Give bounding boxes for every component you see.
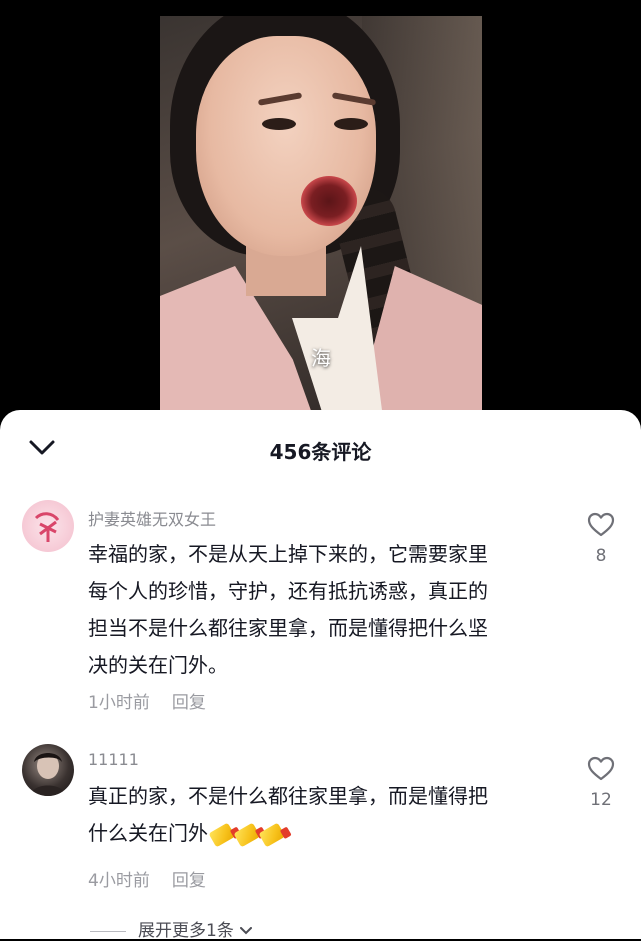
- comment-text-line: 决的关在门外。: [88, 653, 228, 677]
- expand-replies-button[interactable]: 展开更多1条: [90, 916, 252, 941]
- video-person-eye-left: [262, 118, 296, 130]
- chevron-down-icon: [239, 927, 252, 935]
- comment-text-line: 真正的家，不是什么都往家里拿，而是懂得把: [88, 784, 488, 808]
- comment-username[interactable]: 11111: [88, 750, 139, 769]
- comment-username[interactable]: 护妻英雄无双女王: [88, 506, 216, 530]
- gold-bar-emoji-icon: [208, 822, 236, 847]
- comment-meta: 1小时前 回复: [88, 688, 206, 713]
- comment-text-line: 什么关在门外: [88, 821, 208, 845]
- reply-button[interactable]: 回复: [172, 693, 206, 713]
- video-player[interactable]: 海: [160, 16, 482, 416]
- comment-meta: 4小时前 回复: [88, 866, 206, 891]
- heart-icon: [587, 512, 615, 537]
- like-button[interactable]: 8: [585, 512, 617, 566]
- video-person-brow-left: [257, 92, 303, 106]
- comment-text-line: 幸福的家，不是从天上掉下来的，它需要家里: [88, 542, 488, 566]
- video-subtitle: 海: [311, 346, 331, 370]
- divider: [90, 930, 126, 932]
- video-person-face: [196, 36, 377, 256]
- like-count: 12: [590, 790, 612, 810]
- comments-sheet: 456条评论 护妻英雄无双女王 幸福的家，不是从天上掉下来的，它需要家里 每个人…: [0, 410, 641, 941]
- comments-header: 456条评论: [0, 410, 641, 488]
- comment-text: 真正的家，不是什么都往家里拿，而是懂得把 什么关在门外: [88, 778, 558, 852]
- gold-bar-emoji-icon: [258, 822, 286, 847]
- reply-button[interactable]: 回复: [172, 871, 206, 891]
- gold-bar-emoji-icon: [233, 822, 261, 847]
- photo-avatar-icon: [30, 753, 66, 796]
- video-person-mouth: [301, 176, 357, 226]
- comment-text-line-with-emoji: 什么关在门外: [88, 815, 558, 852]
- heart-icon: [587, 756, 615, 781]
- comment-text-line: 担当不是什么都往家里拿，而是懂得把什么坚: [88, 616, 488, 640]
- expand-replies-label: 展开更多1条: [138, 921, 234, 941]
- comments-count-title: 456条评论: [269, 440, 372, 464]
- video-person-eye-right: [334, 118, 368, 130]
- comment-time: 1小时前: [88, 693, 150, 713]
- avatar[interactable]: [22, 500, 74, 552]
- avatar[interactable]: [22, 744, 74, 796]
- comment-text-line: 每个人的珍惜，守护，还有抵抗诱惑，真正的: [88, 579, 488, 603]
- like-button[interactable]: 12: [585, 756, 617, 810]
- comment-time: 4小时前: [88, 871, 150, 891]
- like-count: 8: [595, 546, 607, 566]
- comment-text: 幸福的家，不是从天上掉下来的，它需要家里 每个人的珍惜，守护，还有抵抗诱惑，真正…: [88, 536, 558, 684]
- calligraphy-avatar-icon: [34, 512, 60, 542]
